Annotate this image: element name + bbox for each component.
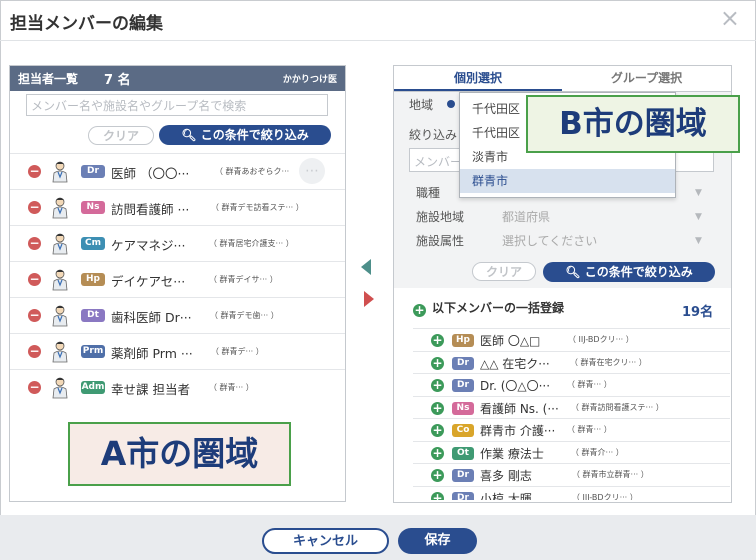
- add-icon[interactable]: +: [431, 334, 444, 347]
- member-org: （ 群青市立群青··· ）: [572, 470, 649, 479]
- member-name: 医師 〇△□: [480, 334, 541, 348]
- member-name: 作業 療法士: [480, 446, 544, 461]
- candidate-member-row[interactable]: + Co 群青市 介護··· （ 群青··· ）: [413, 418, 730, 441]
- candidate-member-row[interactable]: + Dr 喜多 剛志 （ 群青市立群青··· ）: [413, 463, 730, 486]
- add-icon[interactable]: +: [431, 424, 444, 437]
- member-name: Dr. (〇△〇···: [480, 379, 551, 393]
- candidate-member-row[interactable]: + Dr 小椋 大暉 （ IIJ-BDクリ··· ）: [413, 485, 730, 501]
- add-icon[interactable]: +: [431, 446, 444, 460]
- member-name: 看護師 Ns. (···: [480, 401, 559, 416]
- add-icon[interactable]: +: [431, 401, 444, 415]
- member-org: （ IIJ-BDクリ··· ）: [572, 492, 638, 501]
- add-icon[interactable]: +: [431, 491, 444, 500]
- role-badge: Dr: [452, 356, 474, 370]
- role-badge: Ns: [452, 401, 474, 415]
- role-badge: Hp: [452, 334, 474, 347]
- member-org: （ 群青訪問看護ステ··· ）: [571, 402, 664, 412]
- candidate-member-row[interactable]: + Ot 作業 療法士 （ 群青介··· ）: [413, 440, 730, 464]
- member-org: （ IIJ-BDクリ··· ）: [568, 335, 634, 344]
- member-org: （ 群青介··· ）: [571, 447, 624, 457]
- member-org: （ 群青··· ）: [567, 380, 612, 389]
- role-badge: Ot: [452, 446, 474, 460]
- save-button[interactable]: 保存: [398, 528, 477, 554]
- member-org: （ 群青在宅クリ··· ）: [570, 357, 647, 367]
- add-icon[interactable]: +: [431, 379, 444, 392]
- member-name: △△ 在宅ク···: [480, 356, 550, 371]
- candidate-member-row[interactable]: + Dr Dr. (〇△〇··· （ 群青··· ）: [413, 373, 730, 396]
- role-badge: Dr: [452, 491, 474, 500]
- candidate-member-row[interactable]: + Ns 看護師 Ns. (··· （ 群青訪問看護ステ··· ）: [413, 395, 730, 419]
- candidate-member-row[interactable]: + Dr △△ 在宅ク··· （ 群青在宅クリ··· ）: [413, 350, 730, 374]
- region-label-b: B市の圏域: [526, 95, 740, 153]
- role-badge: Dr: [452, 379, 474, 392]
- add-icon[interactable]: +: [431, 356, 444, 370]
- cancel-button[interactable]: キャンセル: [262, 528, 389, 554]
- role-badge: Co: [452, 424, 474, 437]
- member-name: 喜多 剛志: [480, 469, 532, 483]
- member-name: 小椋 大暉: [480, 491, 532, 501]
- area-option-selected[interactable]: 群青市: [460, 169, 675, 193]
- member-name: 群青市 介護···: [480, 424, 556, 438]
- role-badge: Dr: [452, 469, 474, 482]
- member-org: （ 群青··· ）: [567, 425, 612, 434]
- candidate-member-row[interactable]: + Hp 医師 〇△□ （ IIJ-BDクリ··· ）: [413, 328, 730, 351]
- add-icon[interactable]: +: [431, 469, 444, 482]
